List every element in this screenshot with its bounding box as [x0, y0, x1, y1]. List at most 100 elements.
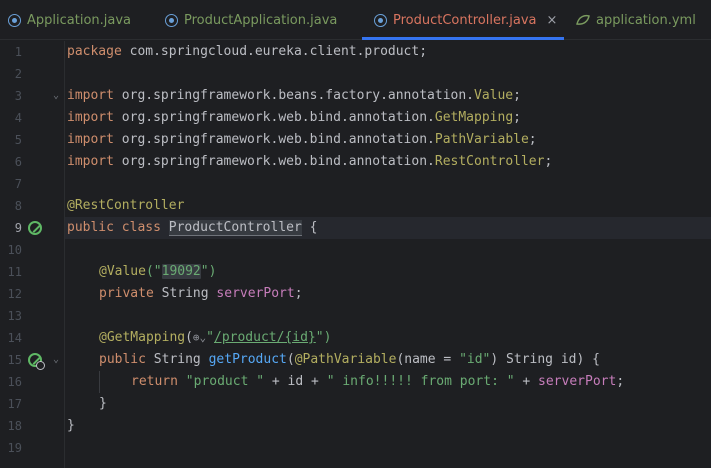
java-class-icon [8, 13, 21, 27]
line-number-current: 9 [14, 221, 22, 235]
brace: { [301, 220, 318, 235]
package-name: com.springcloud.eureka.client.product; [121, 44, 428, 59]
code-line-5: import org.springframework.web.bind.anno… [67, 129, 537, 151]
code-line-12: private String serverPort; [99, 283, 303, 305]
import-package: org.springframework.web.bind.annotation. [113, 154, 435, 169]
type-name: String [161, 286, 209, 301]
web-endpoint-gutter-icon[interactable] [28, 353, 45, 370]
semicolon: ; [616, 374, 625, 389]
code-line-18: } [67, 415, 75, 437]
semicolon: ; [513, 110, 521, 125]
operator: + [514, 374, 539, 389]
keyword: package [67, 44, 122, 59]
keyword: import [67, 110, 114, 125]
paren-open: ( [286, 352, 295, 367]
line-number: 1 [14, 45, 22, 59]
closing-brace: } [99, 396, 107, 411]
semicolon: ; [513, 88, 521, 103]
annotation: @Value [99, 264, 146, 279]
keyword: import [67, 88, 114, 103]
spring-bean-gutter-icon[interactable] [28, 221, 42, 235]
line-number: 17 [7, 397, 22, 411]
expression: + id + [264, 374, 327, 389]
code-line-15: public String getProduct(@PathVariable(n… [99, 349, 600, 371]
line-number: 16 [7, 375, 22, 389]
line-number: 3 [14, 89, 22, 103]
field-name: serverPort [216, 286, 295, 301]
import-package: org.springframework.web.bind.annotation. [113, 110, 435, 125]
string-literal: "product " [185, 374, 265, 389]
gutter-divider [64, 41, 65, 468]
paren-open: ( [185, 330, 193, 345]
line-number: 5 [14, 133, 22, 147]
annotation: @RestController [67, 198, 185, 213]
import-class: GetMapping [434, 110, 514, 125]
import-package: org.springframework.web.bind.annotation. [113, 132, 435, 147]
fold-chevron-icon[interactable]: ⌄ [53, 91, 61, 101]
java-class-icon [165, 13, 178, 27]
line-number: 12 [7, 287, 22, 301]
globe-icon[interactable]: ⊕ [193, 331, 200, 344]
java-class-icon [374, 13, 387, 27]
string-close: ") [200, 264, 217, 279]
keyword: private [99, 286, 154, 301]
line-number: 8 [14, 199, 22, 213]
keyword: import [67, 132, 114, 147]
code-line-3: import org.springframework.beans.factory… [67, 85, 521, 107]
params-part: ) String id) { [490, 352, 600, 367]
line-number: 14 [7, 331, 22, 345]
indent-guide [99, 371, 100, 393]
tab-application-java[interactable]: Application.java [8, 0, 131, 40]
code-line-1: package com.springcloud.eureka.client.pr… [67, 41, 427, 63]
fold-chevron-icon[interactable]: ⌄ [53, 355, 61, 365]
import-class: PathVariable [434, 132, 529, 147]
string-close: ") [315, 330, 332, 345]
keyword: public [99, 352, 146, 367]
tab-productcontroller-java[interactable]: ProductController.java × [374, 0, 557, 40]
code-line-14: @GetMapping(⊕⌄"/product/{id}") [99, 327, 331, 349]
code-line-4: import org.springframework.web.bind.anno… [67, 107, 521, 129]
line-number: 2 [14, 67, 22, 81]
string-literal: "id" [459, 352, 491, 367]
string-value: 19092 [161, 264, 201, 279]
line-number: 10 [7, 243, 22, 257]
tab-label: ProductApplication.java [184, 12, 338, 28]
tab-label: application.yml [596, 12, 696, 28]
semicolon: ; [544, 154, 553, 169]
code-line-9: public class ProductController { [67, 217, 317, 239]
class-name: ProductController [168, 220, 302, 236]
url-path-link[interactable]: /product/{id} [214, 330, 316, 345]
closing-brace: } [67, 418, 75, 433]
import-class: Value [474, 88, 514, 103]
line-number: 13 [7, 309, 22, 323]
tab-application-yml[interactable]: application.yml [576, 0, 696, 40]
semicolon: ; [294, 286, 303, 301]
code-line-6: import org.springframework.web.bind.anno… [67, 151, 552, 173]
method-name: getProduct [208, 352, 287, 367]
editor-tab-bar: Application.java ProductApplication.java… [0, 0, 711, 40]
close-icon[interactable]: × [546, 13, 557, 28]
semicolon: ; [528, 132, 537, 147]
annotation: @PathVariable [294, 352, 397, 367]
type-name: String [153, 352, 201, 367]
params-part: (name = [396, 352, 460, 367]
keyword: import [67, 154, 114, 169]
line-number: 7 [14, 177, 22, 191]
import-package: org.springframework.beans.factory.annota… [113, 88, 474, 103]
code-line-17: } [99, 393, 107, 415]
active-tab-indicator [362, 37, 564, 40]
string-literal: " info!!!!! from port: " [326, 374, 515, 389]
code-editor[interactable]: package com.springcloud.eureka.client.pr… [67, 41, 711, 468]
string-quote: " [206, 330, 214, 345]
line-number: 15 [7, 353, 22, 367]
line-number-gutter[interactable]: 1 2 3 4 5 6 7 8 9 10 11 12 13 14 15 16 1… [0, 41, 64, 468]
code-line-8: @RestController [67, 195, 184, 217]
keyword: return [131, 374, 178, 389]
code-line-16: return "product " + id + " info!!!!! fro… [131, 371, 624, 393]
field-name: serverPort [538, 374, 617, 389]
line-number: 19 [7, 441, 22, 455]
line-number: 6 [14, 155, 22, 169]
string-open: (" [145, 264, 162, 279]
tab-label: ProductController.java [393, 12, 537, 28]
tab-productapplication-java[interactable]: ProductApplication.java [165, 0, 337, 40]
